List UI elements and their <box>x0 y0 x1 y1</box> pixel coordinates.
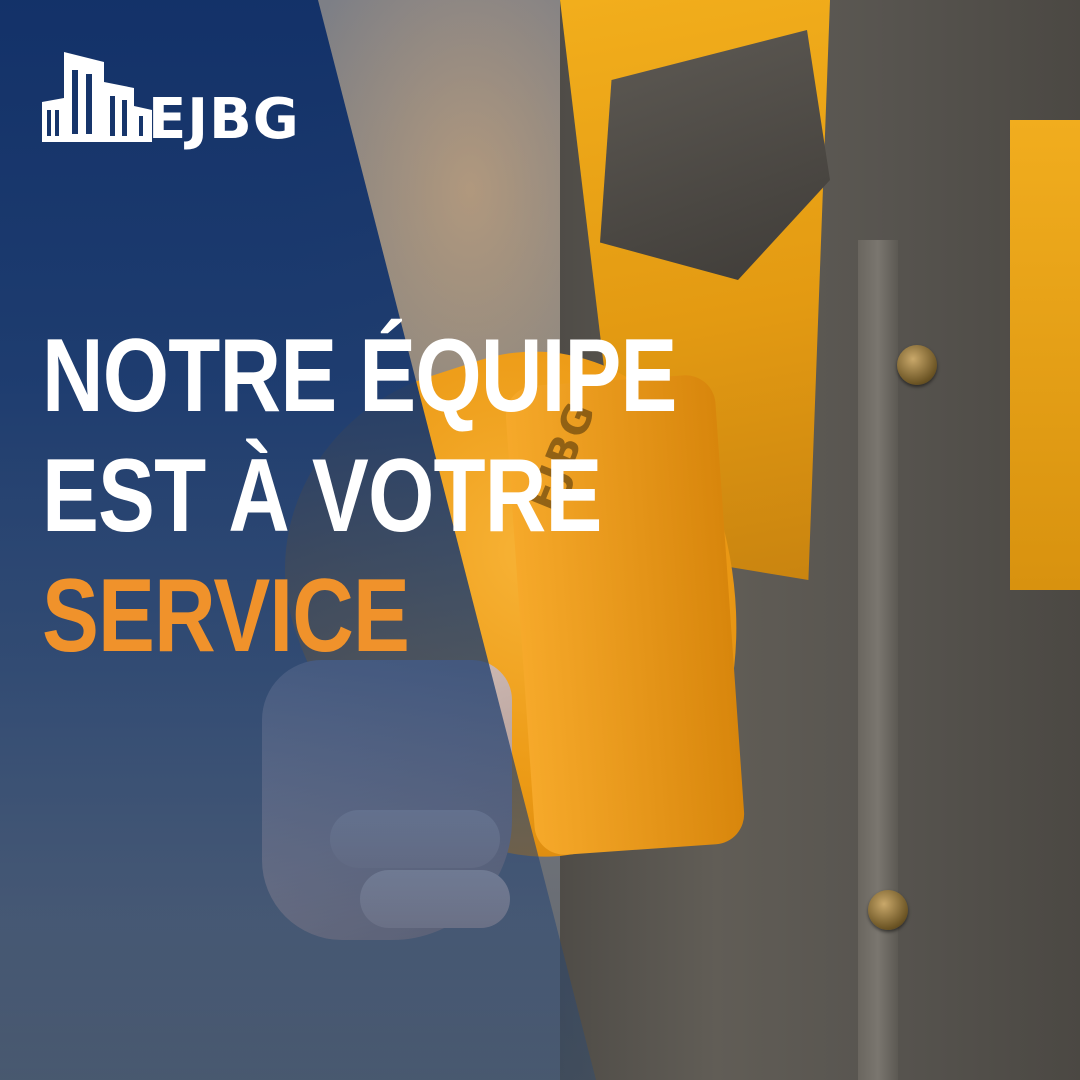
hi-vis-vest-right <box>1010 120 1080 590</box>
coat-placket <box>858 240 898 1080</box>
coat-button <box>868 890 908 930</box>
coat-button <box>897 345 937 385</box>
headline-line-1: NOTRE ÉQUIPE <box>42 318 677 434</box>
headline-line-3: SERVICE <box>42 558 410 674</box>
building-logo-icon <box>42 52 152 142</box>
headline: NOTRE ÉQUIPE EST À VOTRE SERVICE <box>42 316 677 676</box>
brand-name: EJBG <box>148 87 300 152</box>
brand-logo: EJBG <box>42 48 300 148</box>
ad-canvas: EJBG EJBG NOTRE ÉQUIPE EST À VOTRE SERVI… <box>0 0 1080 1080</box>
headline-line-2: EST À VOTRE <box>42 438 602 554</box>
